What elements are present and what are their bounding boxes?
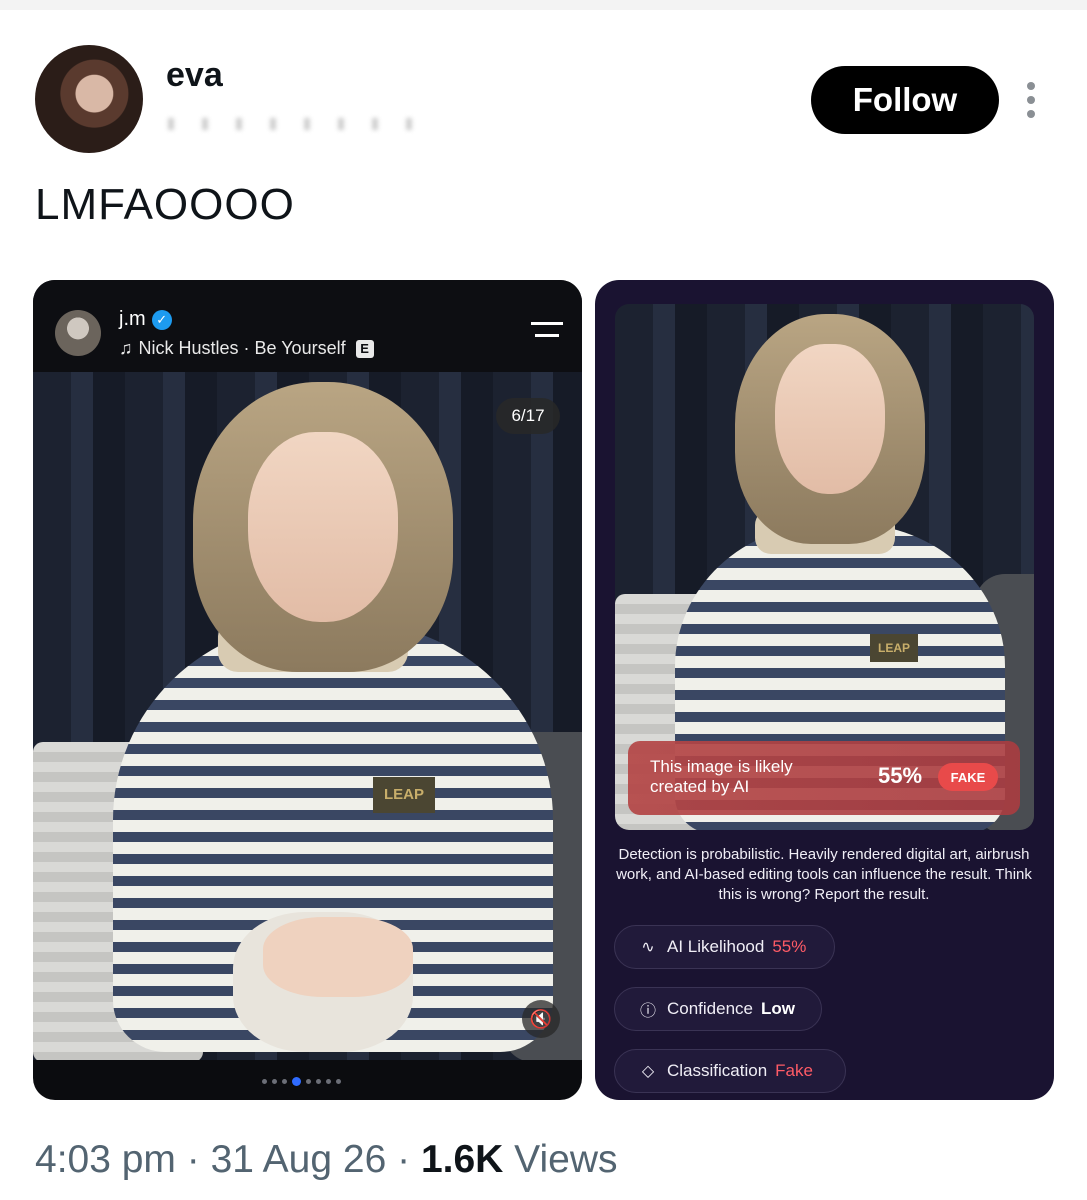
pill-value: Fake <box>775 1061 813 1080</box>
pulse-icon: ∿ <box>641 939 655 956</box>
music-title: Nick Hustles · Be Yourself <box>138 338 346 358</box>
story-username: j.m <box>119 308 146 330</box>
story-avatar[interactable] <box>55 310 101 356</box>
music-note-icon: ♫ <box>119 338 133 358</box>
fake-badge: FAKE <box>938 763 998 791</box>
pill-label: Classification <box>667 1061 768 1080</box>
views-count: 1.6K <box>420 1138 504 1181</box>
story-user[interactable]: j.m ✓ <box>119 308 172 331</box>
author-name[interactable]: eva <box>166 56 223 95</box>
pill-label: AI Likelihood <box>667 937 765 956</box>
pill-value: 55% <box>772 937 807 956</box>
avatar[interactable] <box>35 45 143 153</box>
pill-label: Confidence <box>667 999 754 1018</box>
explicit-badge: E <box>355 339 374 358</box>
more-icon[interactable] <box>1024 82 1038 122</box>
tweet-text: LMFAOOOO <box>35 180 295 229</box>
info-icon: ⓘ <box>639 1003 656 1020</box>
page-counter: 6/17 <box>496 398 560 434</box>
ai-result-banner: This image is likely created by AI 55% F… <box>628 741 1020 815</box>
detection-disclaimer: Detection is probabilistic. Heavily rend… <box>616 846 1032 903</box>
banner-text: This image is likely created by AI <box>650 757 793 796</box>
post-time[interactable]: 4:03 pm <box>35 1138 176 1181</box>
author-handle-redacted <box>168 118 428 130</box>
pill-confidence[interactable]: ⓘ Confidence Low <box>614 987 822 1031</box>
pill-classification[interactable]: ◇ Classification Fake <box>614 1049 846 1093</box>
post-meta: 4:03 pm · 31 Aug 26 · 1.6K Views <box>35 1138 618 1182</box>
follow-button[interactable]: Follow <box>811 66 999 134</box>
banner-percent: 55% <box>878 763 923 788</box>
verified-icon: ✓ <box>151 309 172 330</box>
ai-detection-card: LEAP <box>595 280 1054 1100</box>
post-date[interactable]: 31 Aug 26 <box>211 1138 387 1181</box>
story-header: j.m ✓ ♫ Nick Hustles · Be Yourself E <box>33 280 582 372</box>
views-label: Views <box>514 1138 618 1181</box>
carousel-dots[interactable] <box>262 1077 341 1086</box>
separator-dot: · <box>186 1138 211 1181</box>
pill-ai-likelihood[interactable]: ∿ AI Likelihood 55% <box>614 925 835 969</box>
story-music[interactable]: ♫ Nick Hustles · Be Yourself E <box>119 338 374 359</box>
tag-icon: ◇ <box>641 1063 655 1080</box>
pill-value: Low <box>761 999 796 1018</box>
separator-dot: · <box>397 1138 421 1181</box>
top-strip <box>0 0 1087 10</box>
mute-icon[interactable]: 🔇 <box>522 1000 560 1038</box>
menu-icon[interactable] <box>531 322 563 344</box>
story-photo: LEAP <box>33 372 582 1060</box>
